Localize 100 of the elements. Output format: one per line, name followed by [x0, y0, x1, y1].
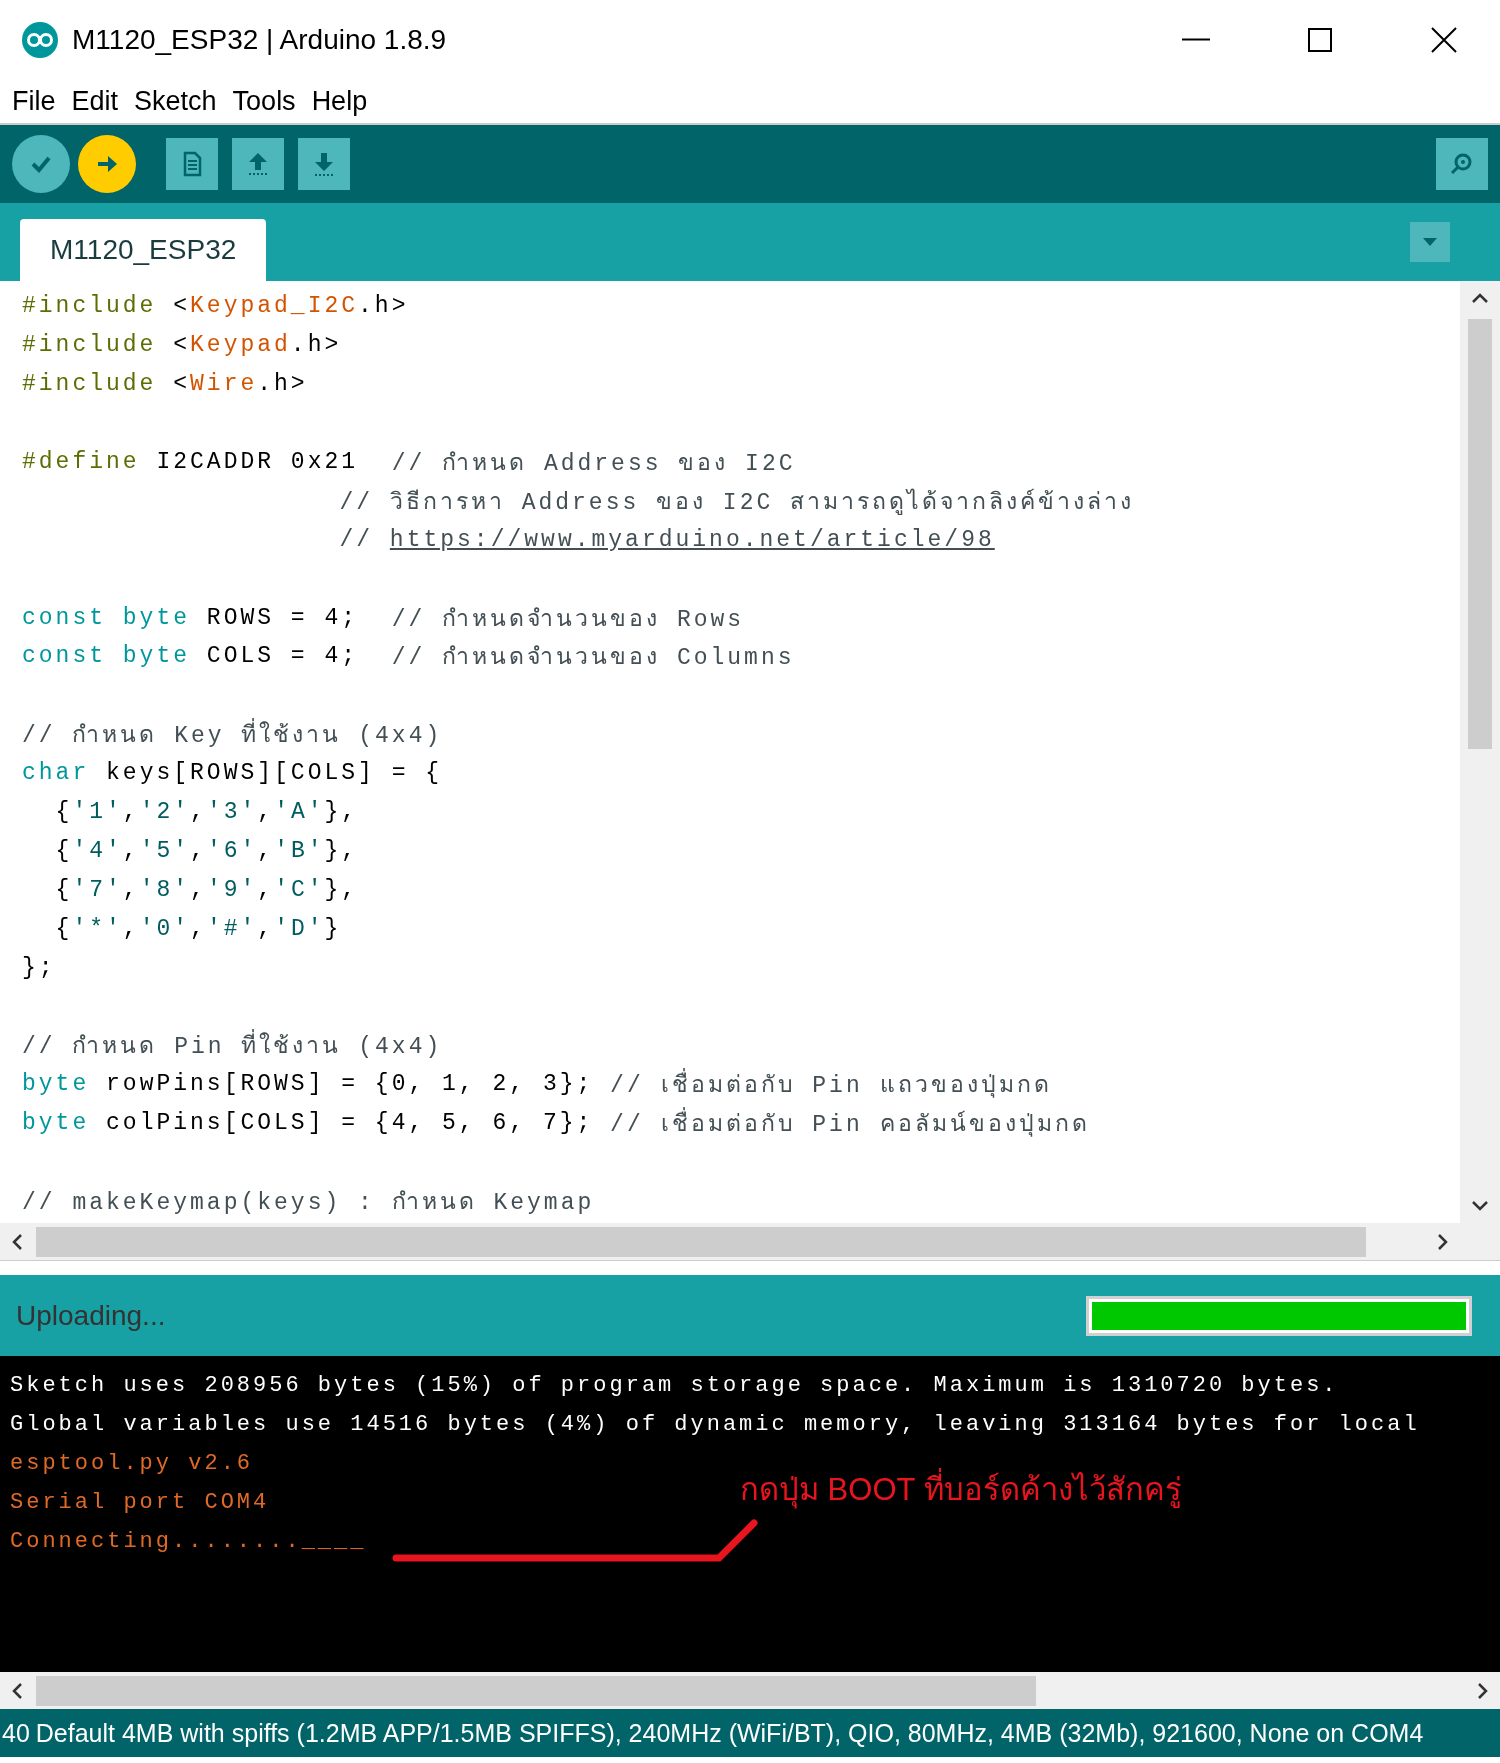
- code-text: .h>: [257, 371, 308, 398]
- code-text: // วิธีการหา Address ของ I2C สามารถดูได้จากลิงค์ข้างล่าง: [339, 487, 1135, 518]
- code-text: '5': [139, 837, 191, 864]
- close-icon: [1429, 24, 1459, 55]
- code-text: byte: [22, 1071, 90, 1098]
- code-text: Wire: [190, 371, 258, 398]
- code-text: //: [339, 526, 375, 553]
- console-line: esptool.py v2.6: [10, 1451, 254, 1476]
- code-text: COLS = 4;: [205, 643, 360, 670]
- code-text: '*': [72, 915, 123, 942]
- code-text: 'B': [274, 837, 325, 864]
- menu-item[interactable]: File: [4, 85, 64, 117]
- code-text: ,: [122, 799, 140, 825]
- code-text: '6': [206, 837, 258, 864]
- code-text: // กำหนด Address ของ I2C: [391, 450, 796, 479]
- code-text: rowPins[ROWS] = {0, 1, 2, 3};: [105, 1071, 595, 1098]
- code-text: .h>: [358, 293, 409, 320]
- code-text: ,: [190, 876, 207, 903]
- code-text: char: [22, 760, 90, 787]
- menu-item[interactable]: Tools: [224, 85, 304, 117]
- code-text: '4': [72, 837, 123, 864]
- upload-status-text: Uploading...: [16, 1299, 167, 1332]
- code-text: I2CADDR 0x21: [155, 449, 360, 475]
- code-text: ,: [122, 876, 140, 903]
- app-logo-icon: [20, 19, 60, 60]
- code-text: },: [324, 876, 359, 903]
- code-text: ROWS = 4;: [205, 604, 360, 631]
- tab-menu-button[interactable]: [1410, 222, 1450, 262]
- annotation-text: กดปุ่ม BOOT ที่บอร์ดค้างไว้สักครู่: [740, 1464, 1182, 1514]
- code-link[interactable]: https://www.myarduino.net/article/98: [389, 526, 995, 553]
- scrollbar-thumb[interactable]: [36, 1226, 1366, 1257]
- code-text: // makeKeymap(keys) : กำหนด Keymap: [22, 1188, 595, 1218]
- menu-item[interactable]: Edit: [63, 85, 127, 117]
- code-text: byte: [22, 1110, 90, 1137]
- code-text: const byte: [22, 643, 191, 670]
- code-text: .h>: [290, 332, 342, 359]
- code-text: ,: [122, 837, 140, 864]
- code-text: <: [172, 371, 191, 398]
- code-text: {: [54, 799, 73, 825]
- code-text: };: [22, 954, 56, 981]
- code-text: '3': [206, 799, 258, 825]
- code-text: ,: [122, 915, 140, 942]
- open-button[interactable]: [232, 138, 284, 190]
- code-text: {: [54, 915, 73, 942]
- code-text: '7': [72, 876, 123, 903]
- minimize-icon: [1182, 38, 1210, 41]
- code-text: ,: [257, 876, 275, 903]
- console-line: Serial port COM4: [10, 1490, 270, 1515]
- code-text: colPins[COLS] = {4, 5, 6, 7};: [105, 1110, 595, 1137]
- code-text: 'A': [274, 799, 325, 825]
- board-info: Default 4MB with spiffs (1.2MB APP/1.5MB SPIFFS), 240MHz (WiFi/BT), QIO, 80MHz, 4MB (32Mb), 921600, None on COM4: [35, 1718, 1424, 1748]
- code-text: ,: [257, 837, 275, 864]
- code-text: {: [54, 876, 73, 903]
- line-number: 40: [2, 1718, 30, 1748]
- console-line: Sketch uses 208956 bytes (15%) of program storage space. Maximum is 1310720 bytes.: [10, 1373, 1339, 1398]
- code-text: const byte: [22, 604, 191, 631]
- menu-item[interactable]: Sketch: [126, 85, 225, 117]
- code-text: // กำหนด Pin ที่ใช้งาน (4x4): [22, 1027, 443, 1064]
- code-text: <: [172, 293, 191, 320]
- scrollbar-thumb[interactable]: [1468, 319, 1492, 749]
- code-text: '2': [139, 799, 191, 825]
- console-line: Global variables use 14516 bytes (4%) of dynamic memory, leaving 313164 bytes for local: [10, 1412, 1420, 1437]
- code-text: Keypad: [190, 332, 291, 359]
- code-text: '#': [206, 915, 258, 942]
- code-text: keys[ROWS][COLS] = {: [105, 760, 443, 787]
- code-text: 'D': [274, 915, 325, 942]
- code-text: },: [324, 799, 359, 825]
- code-text: ,: [190, 915, 207, 942]
- code-text: 'C': [274, 876, 325, 903]
- upload-button[interactable]: [78, 135, 136, 193]
- window-title: M1120_ESP32 | Arduino 1.8.9: [72, 23, 448, 56]
- console-line: Connecting........____: [10, 1529, 367, 1554]
- code-text: {: [54, 837, 73, 864]
- code-text: },: [324, 837, 359, 864]
- code-text: <: [172, 332, 191, 359]
- code-text: ,: [190, 799, 207, 825]
- serial-monitor-button[interactable]: [1436, 138, 1488, 190]
- menu-item[interactable]: Help: [303, 85, 376, 117]
- code-text: // เชื่อมต่อกับ Pin คอลัมน์ของปุ่มกด: [610, 1105, 1090, 1142]
- code-text: ,: [257, 915, 275, 942]
- code-text: #include: [22, 293, 157, 320]
- code-text: ,: [190, 837, 207, 864]
- code-text: #define: [22, 449, 140, 475]
- code-text: #include: [22, 371, 157, 398]
- code-text: '1': [72, 799, 123, 825]
- code-text: }: [324, 915, 342, 942]
- code-text: '0': [139, 915, 191, 942]
- code-text: // กำหนด Key ที่ใช้งาน (4x4): [22, 716, 443, 753]
- new-button[interactable]: [166, 138, 218, 190]
- code-text: #include: [22, 332, 157, 359]
- code-text: // เชื่อมต่อกับ Pin แถวของปุ่มกด: [610, 1066, 1052, 1103]
- code-text: ,: [257, 799, 275, 825]
- scrollbar-thumb[interactable]: [36, 1675, 1036, 1706]
- code-text: '8': [139, 876, 191, 903]
- code-text: // กำหนดจำนวนของ Columns: [391, 644, 795, 674]
- code-text: '9': [206, 876, 258, 903]
- code-text: // กำหนดจำนวนของ Rows: [391, 605, 745, 635]
- file-tab[interactable]: M1120_ESP32: [20, 219, 267, 281]
- code-text: Keypad_I2C: [190, 293, 359, 320]
- save-button[interactable]: [298, 138, 350, 190]
